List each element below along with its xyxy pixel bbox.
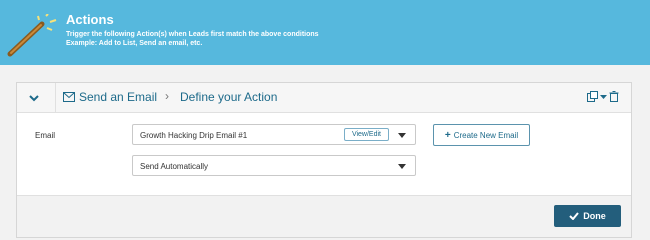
done-button[interactable]: Done: [554, 205, 621, 227]
actions-header: Actions Trigger the following Action(s) …: [0, 0, 650, 65]
caret-down-icon[interactable]: [600, 91, 607, 102]
copy-icon[interactable]: [587, 91, 598, 102]
trash-icon[interactable]: [609, 91, 619, 102]
view-edit-button[interactable]: View/Edit: [343, 128, 389, 141]
actions-subtitle: Trigger the following Action(s) when Lea…: [66, 30, 319, 48]
actions-subtitle-line2: Example: Add to List, Send an email, etc…: [66, 40, 203, 47]
envelope-icon: [63, 92, 75, 102]
email-select-value: Growth Hacking Drip Email #1: [140, 131, 248, 140]
email-select[interactable]: Growth Hacking Drip Email #1 View/Edit: [132, 124, 416, 145]
chevron-down-icon[interactable]: [398, 164, 406, 169]
create-new-email-button[interactable]: + Create New Email: [433, 124, 530, 146]
header-tools: [587, 91, 619, 102]
breadcrumb-action[interactable]: Send an Email: [79, 90, 157, 104]
send-mode-value: Send Automatically: [140, 162, 209, 171]
magic-wand-icon: [7, 14, 57, 57]
action-panel: Send an Email › Define your Action Email…: [16, 82, 632, 238]
plus-icon: +: [444, 129, 451, 141]
action-panel-header: Send an Email › Define your Action: [17, 83, 631, 113]
checkmark-icon: [569, 212, 580, 220]
done-label: Done: [583, 211, 606, 221]
create-new-email-label: Create New Email: [453, 130, 519, 140]
email-label: Email: [35, 131, 56, 140]
breadcrumb-step: Define your Action: [180, 90, 278, 104]
chevron-down-icon[interactable]: [398, 133, 406, 138]
chevron-down-icon[interactable]: [27, 91, 41, 105]
actions-title: Actions: [66, 12, 114, 27]
breadcrumb-separator: ›: [165, 89, 169, 103]
action-panel-footer: Done: [17, 195, 631, 237]
header-divider: [55, 83, 56, 112]
actions-subtitle-line1: Trigger the following Action(s) when Lea…: [66, 31, 319, 38]
send-mode-select[interactable]: Send Automatically: [132, 155, 416, 176]
